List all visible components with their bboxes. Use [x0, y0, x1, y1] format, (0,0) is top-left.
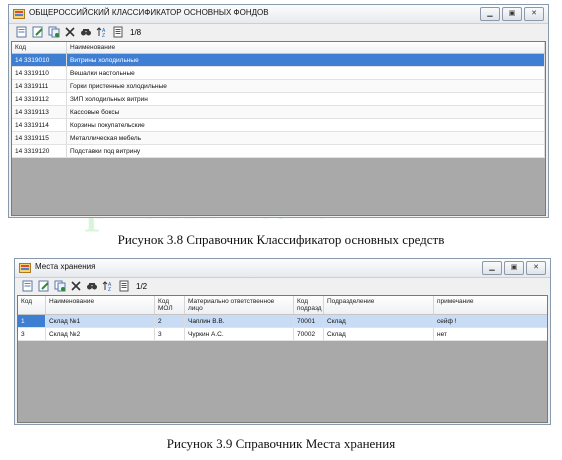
table-row[interactable]: 14 3319113 Кассовые боксы	[12, 106, 545, 119]
window-title: ОБЩЕРОССИЙСКИЙ КЛАССИФИКАТОР ОСНОВНЫХ ФО…	[29, 8, 269, 17]
add-doc-icon[interactable]	[21, 280, 34, 293]
toolbar: AZ 1/8	[11, 24, 546, 40]
delete-icon[interactable]	[63, 26, 76, 39]
table-row[interactable]: 14 3319111 Горки пристенные холодильные	[12, 80, 545, 93]
delete-icon[interactable]	[69, 280, 82, 293]
cell-responsible-person: Чаплин В.В.	[185, 315, 294, 327]
column-header-name[interactable]: Наименование	[67, 42, 545, 53]
minimize-button[interactable]: ▁	[480, 7, 500, 21]
cell-name: Подставки под витрину	[67, 145, 545, 157]
cell-code: 1	[18, 315, 46, 327]
find-icon[interactable]	[79, 26, 92, 39]
page-counter: 1/8	[130, 27, 142, 37]
sort-icon[interactable]: AZ	[101, 280, 114, 293]
svg-text:Z: Z	[102, 33, 105, 38]
column-header-department[interactable]: Подразделение	[324, 296, 434, 314]
cell-code: 14 3319112	[12, 93, 67, 105]
cell-code: 3	[18, 328, 46, 340]
maximize-button[interactable]: ▣	[504, 261, 524, 275]
classifier-window: ОБЩЕРОССИЙСКИЙ КЛАССИФИКАТОР ОСНОВНЫХ ФО…	[8, 4, 549, 218]
classifier-grid: Код Наименование 14 3319010 Витрины холо…	[11, 41, 546, 216]
table-row[interactable]: 14 3319112 ЗИП холодильных витрин	[12, 93, 545, 106]
close-button[interactable]: ✕	[524, 7, 544, 21]
table-row[interactable]: 3 Склад №2 3 Чуркин А.С. 70002 Склад нет	[18, 328, 547, 341]
title-bar: Места хранения ▁ ▣ ✕	[15, 259, 550, 278]
figure-caption-2: Рисунок 3.9 Справочник Места хранения	[166, 436, 396, 451]
column-header-code[interactable]: Код	[18, 296, 46, 314]
cell-name: Склад №2	[46, 328, 155, 340]
column-header-note[interactable]: примечание	[434, 296, 547, 314]
cell-name: Кассовые боксы	[67, 106, 545, 118]
column-header-code[interactable]: Код	[12, 42, 67, 53]
svg-text:Z: Z	[108, 287, 111, 292]
column-header-responsible-person[interactable]: Материально ответственное лицо	[185, 296, 294, 314]
column-header-dept-code[interactable]: Код подразд	[294, 296, 324, 314]
cell-mol-code: 2	[155, 315, 185, 327]
cell-name: Витрины холодильные	[67, 54, 545, 66]
table-row[interactable]: 1 Склад №1 2 Чаплин В.В. 70001 Склад сей…	[18, 315, 547, 328]
toolbar: AZ 1/2	[17, 278, 548, 294]
cell-department: Склад	[324, 315, 434, 327]
cell-code: 14 3319111	[12, 80, 67, 92]
cell-note: сейф !	[434, 315, 547, 327]
maximize-button[interactable]: ▣	[502, 7, 522, 21]
cell-mol-code: 3	[155, 328, 185, 340]
cell-name: ЗИП холодильных витрин	[67, 93, 545, 105]
add-doc-icon[interactable]	[15, 26, 28, 39]
page-counter: 1/2	[136, 281, 148, 291]
minimize-button[interactable]: ▁	[482, 261, 502, 275]
storage-window: Места хранения ▁ ▣ ✕ AZ 1/2 Код Наименов…	[14, 258, 551, 425]
copy-doc-icon[interactable]	[47, 26, 60, 39]
sort-icon[interactable]: AZ	[95, 26, 108, 39]
figure-caption-1: Рисунок 3.8 Справочник Классификатор осн…	[117, 232, 445, 247]
close-button[interactable]: ✕	[526, 261, 546, 275]
cell-name: Вешалки настольные	[67, 67, 545, 79]
cell-department: Склад	[324, 328, 434, 340]
copy-doc-icon[interactable]	[53, 280, 66, 293]
column-header-name[interactable]: Наименование	[46, 296, 155, 314]
storage-grid: Код Наименование Код МОЛ Материально отв…	[17, 295, 548, 423]
table-row[interactable]: 14 3319110 Вешалки настольные	[12, 67, 545, 80]
edit-doc-icon[interactable]	[31, 26, 44, 39]
find-icon[interactable]	[85, 280, 98, 293]
title-bar: ОБЩЕРОССИЙСКИЙ КЛАССИФИКАТОР ОСНОВНЫХ ФО…	[9, 5, 548, 24]
cell-name: Склад №1	[46, 315, 155, 327]
cell-name: Металлическая мебель	[67, 132, 545, 144]
cell-code: 14 3319110	[12, 67, 67, 79]
table-row[interactable]: 14 3319010 Витрины холодильные	[12, 54, 545, 67]
app-icon	[13, 9, 25, 19]
table-row[interactable]: 14 3319120 Подставки под витрину	[12, 145, 545, 158]
cell-code: 14 3319120	[12, 145, 67, 157]
window-title: Места хранения	[35, 262, 96, 271]
cell-name: Горки пристенные холодильные	[67, 80, 545, 92]
cell-dept-code: 70002	[294, 328, 324, 340]
cell-dept-code: 70001	[294, 315, 324, 327]
cell-code: 14 3319115	[12, 132, 67, 144]
cell-code: 14 3319114	[12, 119, 67, 131]
edit-doc-icon[interactable]	[37, 280, 50, 293]
table-row[interactable]: 14 3319114 Корзины покупательские	[12, 119, 545, 132]
print-icon[interactable]	[117, 280, 130, 293]
print-icon[interactable]	[111, 26, 124, 39]
cell-code: 14 3319113	[12, 106, 67, 118]
table-row[interactable]: 14 3319115 Металлическая мебель	[12, 132, 545, 145]
cell-responsible-person: Чуркин А.С.	[185, 328, 294, 340]
cell-name: Корзины покупательские	[67, 119, 545, 131]
cell-note: нет	[434, 328, 547, 340]
cell-code: 14 3319010	[12, 54, 67, 66]
column-header-mol-code[interactable]: Код МОЛ	[155, 296, 185, 314]
app-icon	[19, 263, 31, 273]
